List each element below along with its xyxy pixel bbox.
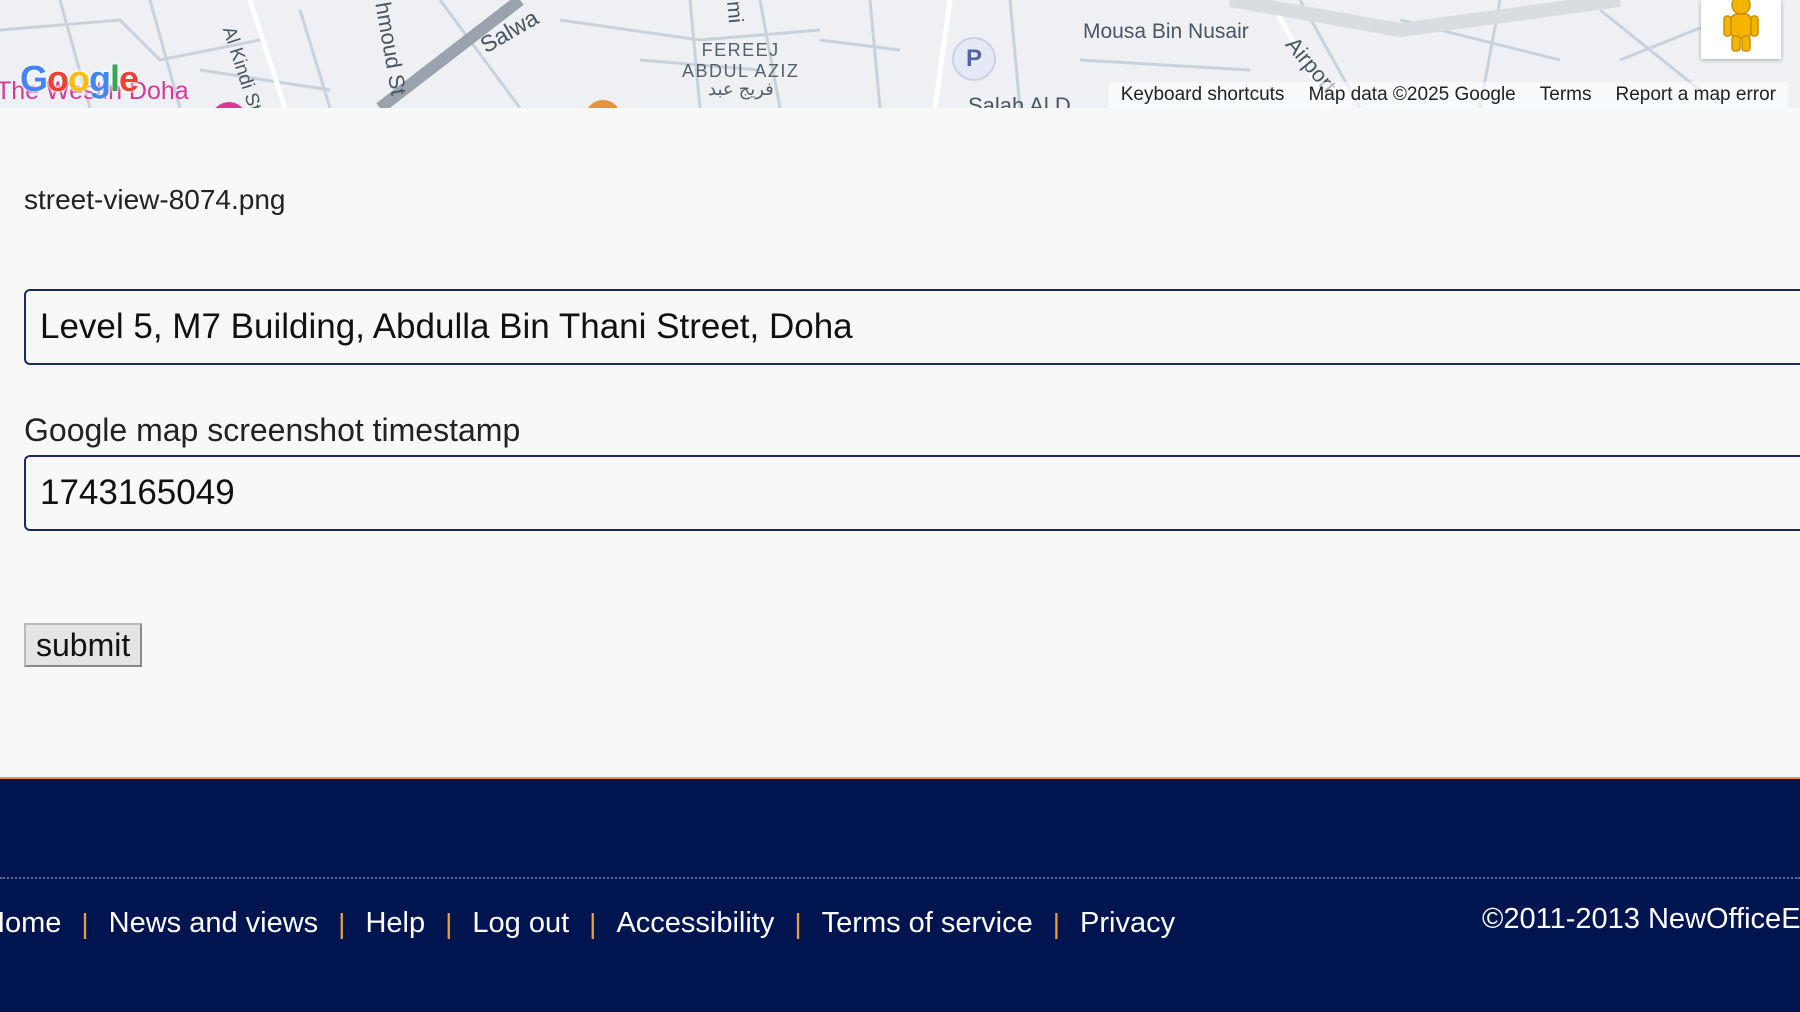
- footer-link-news-and-views[interactable]: News and views: [109, 907, 319, 940]
- timestamp-input[interactable]: [24, 455, 1800, 531]
- keyboard-shortcuts-link[interactable]: Keyboard shortcuts: [1109, 82, 1297, 108]
- pegman-control[interactable]: [1701, 0, 1781, 59]
- footer-separator: |: [1052, 907, 1061, 939]
- footer-copyright: ©2011-2013 NewOfficeEurope: [1482, 903, 1800, 935]
- google-logo: Google: [20, 58, 139, 99]
- map-terms-link[interactable]: Terms: [1528, 82, 1604, 108]
- address-input[interactable]: [24, 289, 1800, 365]
- area-label-fereej-abdul-aziz: FEREEJ ABDUL AZIZ: [682, 40, 800, 81]
- map-view[interactable]: Al Kindi St Salwa hmoud St Airport Mousa…: [0, 0, 1800, 108]
- footer-separator: |: [794, 907, 802, 939]
- footer-link-accessibility[interactable]: Accessibility: [616, 907, 774, 940]
- footer-separator: |: [445, 907, 453, 939]
- street-label-mousa-bin-nusair: Mousa Bin Nusair: [1083, 20, 1249, 43]
- footer-nav: Home | News and views | Help | Log out |…: [0, 907, 1175, 940]
- footer-link-help[interactable]: Help: [365, 907, 425, 940]
- submit-button[interactable]: submit: [24, 623, 143, 667]
- footer-link-home[interactable]: Home: [0, 907, 61, 940]
- map-attribution: Keyboard shortcuts Map data ©2025 Google…: [1108, 82, 1788, 108]
- footer-separator: |: [81, 907, 89, 939]
- map-data-text: Map data ©2025 Google: [1308, 84, 1516, 105]
- timestamp-label: Google map screenshot timestamp: [24, 412, 521, 448]
- footer-link-log-out[interactable]: Log out: [472, 907, 569, 940]
- footer-link-privacy[interactable]: Privacy: [1080, 907, 1175, 940]
- street-label-mi: mi: [722, 0, 747, 25]
- site-footer: Home | News and views | Help | Log out |…: [0, 777, 1800, 1012]
- footer-separator: |: [589, 907, 597, 939]
- footer-separator: |: [338, 907, 346, 939]
- report-map-error-link[interactable]: Report a map error: [1603, 82, 1788, 108]
- pegman-icon: [1723, 0, 1759, 52]
- footer-link-terms-of-service[interactable]: Terms of service: [822, 907, 1033, 940]
- parking-marker[interactable]: P: [952, 37, 996, 81]
- screenshot-filename: street-view-8074.png: [24, 184, 286, 215]
- street-label-salah-al-d: Salah Al D: [968, 93, 1071, 108]
- footer-divider: [0, 877, 1800, 879]
- area-label-arabic: فريج عبد: [708, 79, 774, 99]
